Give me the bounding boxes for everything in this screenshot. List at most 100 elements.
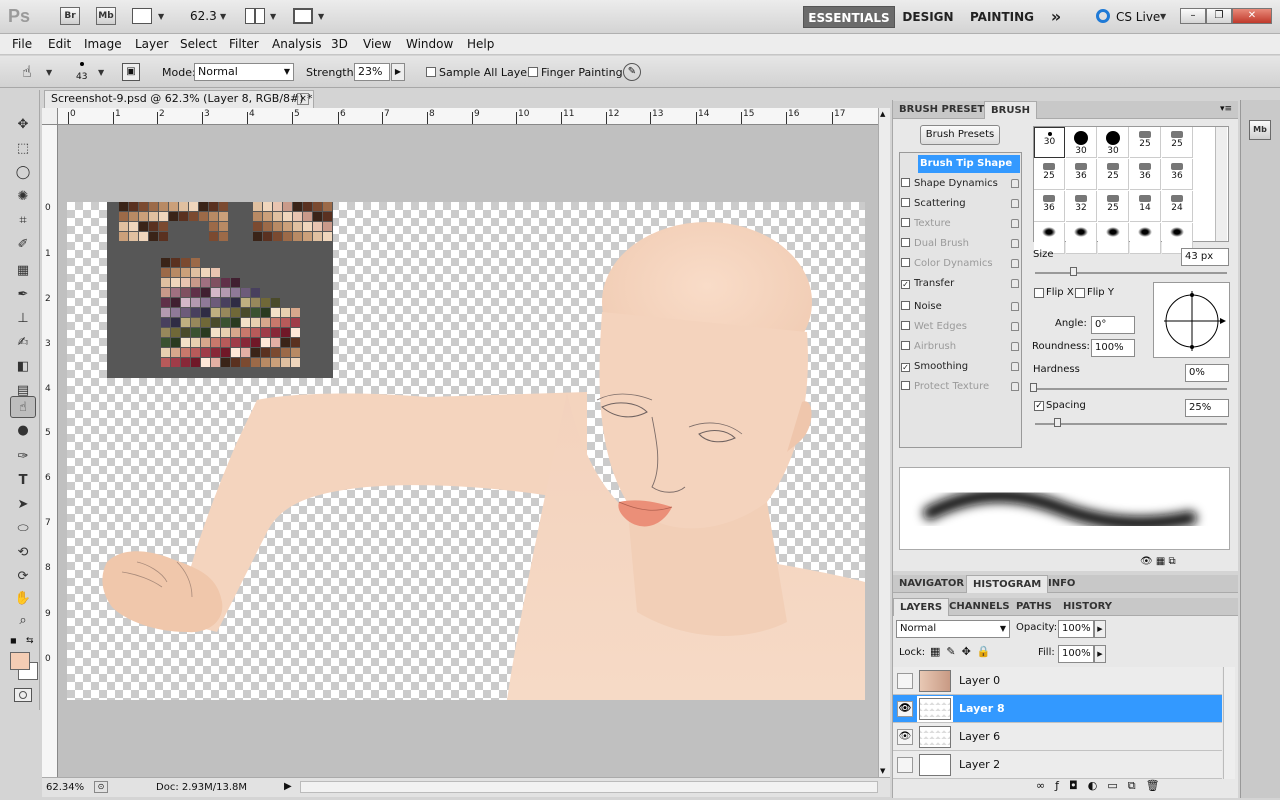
brush-option-noise[interactable]: Noise [901, 298, 1021, 316]
marquee-tool-icon[interactable]: ⬚ [10, 138, 36, 160]
brush-tip-preset[interactable]: 36 [1162, 159, 1193, 190]
brush-option-checkbox[interactable] [901, 238, 910, 247]
brush-tip-scrollbar[interactable] [1215, 127, 1227, 241]
brush-tip-preset[interactable]: 36 [1130, 159, 1161, 190]
brush-option-checkbox[interactable] [901, 218, 910, 227]
fill-field[interactable]: 100% [1058, 645, 1094, 663]
workspace-painting[interactable]: PAINTING [968, 6, 1036, 28]
spacing-slider-thumb[interactable] [1054, 418, 1061, 427]
status-info-icon[interactable]: ⊙ [94, 781, 108, 793]
layers-footer-icons[interactable]: ∞ƒ◘◐▭⧉🗑 [1036, 779, 1170, 793]
brush-option-transfer[interactable]: ✓ Transfer [901, 275, 1021, 293]
foreground-color-swatch[interactable] [10, 652, 30, 670]
brush-angle-preview[interactable] [1153, 282, 1230, 358]
hand-tool-icon[interactable]: ✋ [10, 588, 36, 610]
lock-icon[interactable] [1011, 179, 1019, 188]
brush-tip-preset[interactable]: 25 [1130, 127, 1161, 158]
fill-slider-button[interactable]: ▶ [1094, 645, 1106, 663]
brush-preview-icon[interactable] [80, 62, 84, 66]
brush-tip-preset[interactable]: 14 [1130, 191, 1161, 222]
lock-icon[interactable] [1011, 362, 1019, 371]
spacing-field[interactable]: 25% [1185, 399, 1229, 417]
layer-row[interactable]: Layer 2 [893, 751, 1222, 779]
brush-tip-preset[interactable] [1098, 223, 1129, 254]
brush-option-wet-edges[interactable]: Wet Edges [901, 318, 1021, 336]
brush-tip-preset[interactable]: 32 [1066, 191, 1097, 222]
lock-icon[interactable] [1011, 279, 1019, 288]
scroll-up-icon[interactable]: ▲ [880, 110, 885, 118]
default-colors-icon[interactable]: ◼ [10, 636, 17, 645]
smudge-tool-icon[interactable]: ☝ [10, 396, 36, 418]
brush-option-protect-texture[interactable]: Protect Texture [901, 378, 1021, 396]
chevron-down-icon[interactable]: ▼ [158, 12, 164, 21]
finger-painting-checkbox[interactable] [528, 67, 538, 77]
brush-tip-preset[interactable]: 25 [1098, 191, 1129, 222]
menu-image[interactable]: Image [84, 37, 122, 51]
brush-tip-preset[interactable]: 30 [1066, 127, 1097, 158]
brush-option-checkbox[interactable]: ✓ [901, 280, 910, 289]
lock-icon[interactable] [1011, 259, 1019, 268]
hardness-field[interactable]: 0% [1185, 364, 1229, 382]
layer-visibility-eye-icon[interactable]: 👁 [897, 729, 913, 745]
angle-field[interactable]: 0° [1091, 316, 1135, 334]
quick-select-tool-icon[interactable]: ✺ [10, 186, 36, 208]
spacing-checkbox[interactable]: ✓ [1034, 401, 1044, 411]
menu-window[interactable]: Window [406, 37, 453, 51]
brush-option-smoothing[interactable]: ✓ Smoothing [901, 358, 1021, 376]
workspace-essentials[interactable]: ESSENTIALS [803, 6, 895, 28]
swap-colors-icon[interactable]: ⇆ [26, 636, 34, 646]
lock-icon[interactable] [1011, 239, 1019, 248]
tab-brush[interactable]: BRUSH [984, 101, 1038, 119]
healing-brush-tool-icon[interactable]: ▦ [10, 260, 36, 282]
brush-option-checkbox[interactable] [901, 381, 910, 390]
close-document-icon[interactable]: × [297, 93, 309, 105]
horizontal-scrollbar[interactable] [300, 781, 878, 793]
menu-analysis[interactable]: Analysis [272, 37, 321, 51]
ellipse-tool-icon[interactable]: ⬭ [10, 518, 36, 540]
lasso-tool-icon[interactable]: ◯ [10, 162, 36, 184]
menu-3d[interactable]: 3D [331, 37, 348, 51]
layer-visibility-eye-icon[interactable]: 👁 [897, 701, 913, 717]
layer-row[interactable]: 👁 Layer 6 [893, 723, 1222, 751]
minimize-button[interactable]: – [1180, 8, 1206, 24]
brush-tip-preset[interactable]: 25 [1162, 127, 1193, 158]
layers-scrollbar[interactable] [1223, 667, 1235, 779]
brush-tip-preset[interactable]: 30 [1098, 127, 1129, 158]
tab-navigator[interactable]: NAVIGATOR [893, 575, 970, 593]
path-selection-tool-icon[interactable]: ➤ [10, 494, 36, 516]
type-tool-icon[interactable]: T [10, 470, 36, 492]
toggle-brush-panel-icon[interactable]: ▣ [122, 63, 140, 81]
brush-tip-preset[interactable]: 25 [1034, 159, 1065, 190]
chevron-down-icon[interactable]: ▼ [46, 68, 52, 77]
history-brush-tool-icon[interactable]: ✍ [10, 332, 36, 354]
brush-tip-preset[interactable] [1066, 223, 1097, 254]
layer-visibility-eye-icon[interactable] [897, 673, 913, 689]
flip-y-checkbox[interactable] [1075, 288, 1085, 298]
brush-option-shape-dynamics[interactable]: Shape Dynamics [901, 175, 1021, 193]
sample-all-layers-checkbox[interactable] [426, 67, 436, 77]
brush-option-color-dynamics[interactable]: Color Dynamics [901, 255, 1021, 273]
more-workspaces-button[interactable]: » [1046, 6, 1066, 28]
panel-menu-icon[interactable]: ▾≡ [1220, 104, 1232, 114]
menu-filter[interactable]: Filter [229, 37, 259, 51]
lock-options-icons[interactable]: ▦✎✥🔒 [930, 645, 997, 658]
brush-tip-preset[interactable]: 30 [1034, 127, 1065, 158]
menu-view[interactable]: View [363, 37, 391, 51]
brush-tip-preset[interactable]: 36 [1066, 159, 1097, 190]
chevron-down-icon[interactable]: ▼ [98, 68, 104, 77]
brush-option-checkbox[interactable] [901, 301, 910, 310]
brush-tip-preset[interactable]: 25 [1098, 159, 1129, 190]
mini-bridge-button[interactable]: Mb [96, 7, 116, 25]
tab-layers[interactable]: LAYERS [893, 598, 950, 616]
brush-option-checkbox[interactable] [901, 178, 910, 187]
menu-layer[interactable]: Layer [135, 37, 168, 51]
status-menu-arrow-icon[interactable]: ▶ [284, 781, 292, 792]
brush-option-checkbox[interactable]: ✓ [901, 363, 910, 372]
ruler-origin[interactable] [42, 108, 58, 125]
scroll-down-icon[interactable]: ▼ [880, 767, 885, 775]
size-slider-thumb[interactable] [1070, 267, 1077, 276]
3d-orbit-tool-icon[interactable]: ⟳ [10, 566, 36, 588]
lock-icon[interactable] [1011, 219, 1019, 228]
menu-select[interactable]: Select [180, 37, 217, 51]
size-field[interactable]: 43 px [1181, 248, 1229, 266]
